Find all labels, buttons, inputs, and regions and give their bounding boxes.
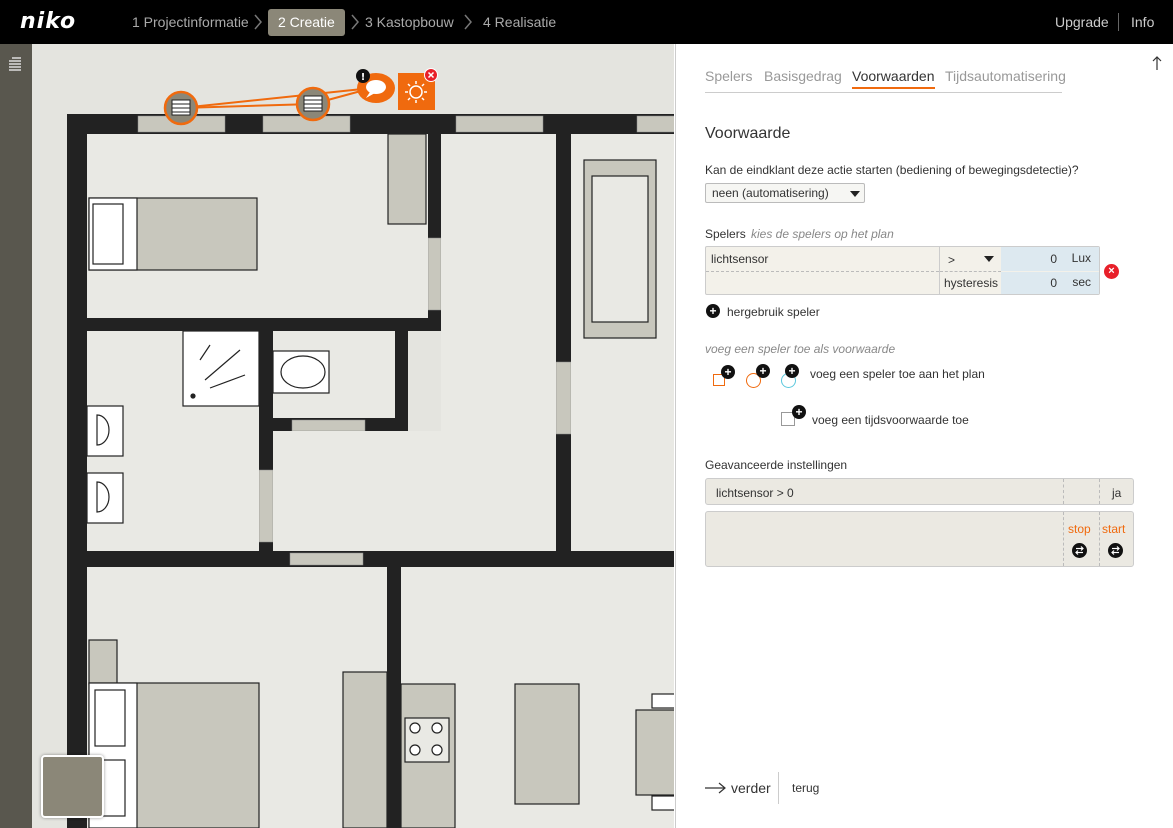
- chevron-right-icon: [254, 14, 262, 30]
- tab-tijdsautomatisering[interactable]: Tijdsautomatisering: [945, 68, 1066, 84]
- chevron-down-icon: [850, 191, 860, 197]
- reuse-speler-link[interactable]: hergebruik speler: [727, 305, 820, 319]
- column-divider: [1099, 479, 1100, 504]
- operator-select[interactable]: >: [940, 247, 1001, 271]
- left-sidebar: [0, 44, 32, 828]
- plus-icon: +: [756, 364, 770, 378]
- row-divider: [940, 271, 1001, 272]
- value-field[interactable]: 0 Lux: [1001, 247, 1099, 271]
- plus-icon: +: [721, 365, 735, 379]
- tab-spelers[interactable]: Spelers: [705, 68, 752, 84]
- plus-icon[interactable]: +: [706, 304, 720, 318]
- add-time-button[interactable]: +: [781, 405, 811, 429]
- delete-icon[interactable]: ×: [1104, 264, 1119, 279]
- upgrade-link[interactable]: Upgrade: [1055, 14, 1109, 30]
- spelers-label: Spelers: [705, 227, 746, 241]
- add-square-button[interactable]: +: [711, 365, 741, 389]
- add-circle-button[interactable]: +: [746, 364, 776, 388]
- row-divider: [706, 271, 939, 272]
- question-label: Kan de eindklant deze actie starten (bed…: [705, 163, 1079, 177]
- advanced-condition-value: ja: [1112, 486, 1122, 500]
- value-number: 0: [1050, 252, 1057, 266]
- start-label: start: [1102, 522, 1126, 536]
- tab-underline: [705, 92, 1062, 93]
- arrow-up-icon[interactable]: [1151, 55, 1163, 71]
- spelers-hint: kies de spelers op het plan: [751, 227, 894, 241]
- swap-icon[interactable]: [1072, 543, 1087, 558]
- stop-label: stop: [1068, 522, 1091, 536]
- add-sensor-button[interactable]: +: [781, 364, 811, 388]
- floor-plan-drawing: [67, 87, 674, 828]
- hysteresis-label: hysteresis: [944, 276, 999, 290]
- next-button[interactable]: verder: [731, 780, 771, 796]
- blind-icon[interactable]: [163, 90, 199, 126]
- select-value: neen (automatisering): [712, 186, 829, 200]
- advanced-settings-label: Geavanceerde instellingen: [705, 458, 848, 472]
- value-unit: Lux: [1071, 251, 1091, 265]
- tab-voorwaarden[interactable]: Voorwaarden: [852, 68, 935, 89]
- arrow-right-icon[interactable]: [705, 781, 727, 795]
- niko-logo: niko: [20, 9, 77, 34]
- advanced-actions-box: stop start: [705, 511, 1134, 567]
- operator-value: >: [948, 253, 956, 267]
- floor-plan-canvas[interactable]: !: [32, 44, 674, 828]
- swap-icon[interactable]: [1108, 543, 1123, 558]
- step-kastopbouw[interactable]: 3 Kastopbouw: [355, 9, 464, 36]
- tab-basisgedrag[interactable]: Basisgedrag: [764, 68, 842, 84]
- plan-minimap[interactable]: [41, 755, 104, 818]
- action-bubble-icon[interactable]: !: [352, 68, 396, 108]
- speler-condition-row: lichtsensor > hysteresis 0 Lux 0 sec: [705, 246, 1100, 295]
- top-bar: niko 1 Projectinformatie 2 Creatie 3 Kas…: [0, 0, 1173, 44]
- advanced-condition-row[interactable]: lichtsensor > 0 ja: [705, 478, 1134, 505]
- column-divider: [1063, 479, 1064, 504]
- step-projectinformatie[interactable]: 1 Projectinformatie: [122, 9, 259, 36]
- info-link[interactable]: Info: [1131, 14, 1154, 30]
- hysteresis-unit: sec: [1072, 275, 1091, 289]
- section-heading: Voorwaarde: [705, 125, 791, 142]
- properties-panel: Spelers Basisgedrag Voorwaarden Tijdsaut…: [675, 44, 1173, 828]
- speler-name: lichtsensor: [711, 252, 769, 266]
- hysteresis-number: 0: [1050, 276, 1057, 290]
- plus-icon: +: [792, 405, 806, 419]
- menu-icon[interactable]: [8, 56, 22, 72]
- hysteresis-field[interactable]: 0 sec: [1001, 272, 1099, 294]
- plus-icon: +: [785, 364, 799, 378]
- back-button[interactable]: terug: [792, 781, 819, 795]
- nav-divider: [778, 772, 779, 804]
- advanced-condition-text: lichtsensor > 0: [716, 486, 794, 500]
- header-divider: [1118, 13, 1119, 31]
- chevron-down-icon: [984, 256, 994, 262]
- step-creatie[interactable]: 2 Creatie: [268, 9, 345, 36]
- column-divider: [1063, 512, 1064, 566]
- light-sensor-icon[interactable]: [398, 68, 440, 110]
- column-divider: [1099, 512, 1100, 566]
- add-plan-label[interactable]: voeg een speler toe aan het plan: [810, 367, 985, 381]
- svg-text:!: !: [361, 72, 366, 83]
- chevron-right-icon: [464, 14, 472, 30]
- step-realisatie[interactable]: 4 Realisatie: [473, 9, 566, 36]
- add-hint: voeg een speler toe als voorwaarde: [705, 342, 896, 356]
- add-time-label[interactable]: voeg een tijdsvoorwaarde toe: [812, 413, 969, 427]
- blind-icon[interactable]: [295, 86, 331, 122]
- start-action-select[interactable]: neen (automatisering): [705, 183, 865, 203]
